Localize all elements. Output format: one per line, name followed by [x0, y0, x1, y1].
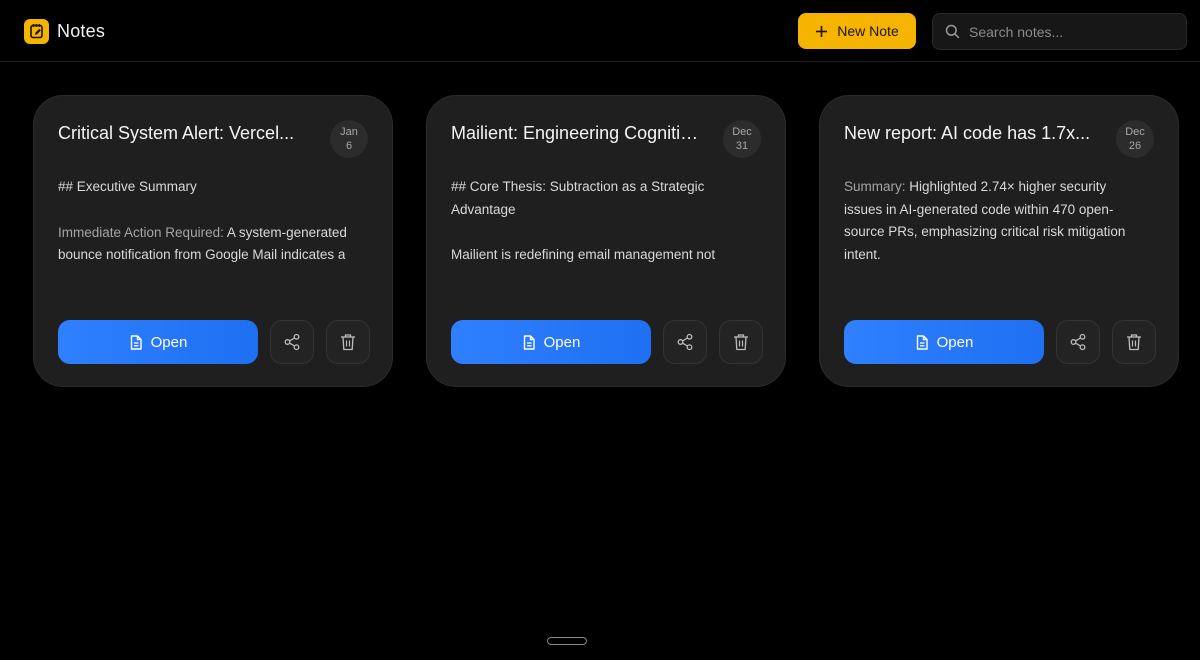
document-icon	[523, 334, 535, 350]
trash-icon	[1127, 334, 1141, 351]
date-month: Dec	[732, 126, 752, 138]
preview-label: Immediate Action Required:	[58, 224, 224, 240]
date-month: Jan	[340, 126, 358, 138]
note-preview: ## Core Thesis: Subtraction as a Strateg…	[451, 176, 741, 290]
preview-heading: ## Executive Summary	[58, 179, 197, 194]
note-card[interactable]: New report: AI code has 1.7x... Dec 26 S…	[819, 95, 1179, 387]
open-button[interactable]: Open	[844, 320, 1044, 364]
date-badge: Dec 31	[723, 120, 761, 158]
preview-heading: ## Core Thesis: Subtraction as a Strateg…	[451, 179, 705, 217]
share-icon	[677, 333, 693, 351]
note-title[interactable]: New report: AI code has 1.7x...	[844, 123, 1094, 144]
app-title: Notes	[57, 21, 106, 41]
preview-paragraph: Mailient is redefining email management …	[451, 247, 716, 262]
note-title[interactable]: Critical System Alert: Vercel...	[58, 123, 308, 144]
open-label: Open	[543, 333, 581, 351]
delete-button[interactable]	[1112, 320, 1156, 364]
date-badge: Dec 26	[1116, 120, 1154, 158]
date-badge: Jan 6	[330, 120, 368, 158]
home-indicator[interactable]	[547, 637, 587, 645]
note-preview: Summary: Highlighted 2.74× higher securi…	[844, 176, 1134, 289]
document-icon	[130, 334, 142, 350]
search-input[interactable]	[969, 23, 1169, 40]
share-button[interactable]	[1056, 320, 1100, 364]
open-button[interactable]: Open	[451, 320, 651, 364]
document-icon	[916, 334, 928, 350]
open-button[interactable]: Open	[58, 320, 258, 364]
date-day: 26	[1128, 140, 1142, 152]
open-label: Open	[150, 333, 188, 351]
note-edit-icon	[24, 19, 49, 44]
share-button[interactable]	[270, 320, 314, 364]
trash-icon	[341, 334, 355, 351]
delete-button[interactable]	[326, 320, 370, 364]
plus-icon	[816, 25, 828, 37]
note-card[interactable]: Critical System Alert: Vercel... Jan 6 #…	[33, 95, 393, 387]
share-button[interactable]	[663, 320, 707, 364]
preview-label: Summary:	[844, 179, 906, 194]
delete-button[interactable]	[719, 320, 763, 364]
date-month: Dec	[1125, 126, 1145, 138]
trash-icon	[734, 334, 748, 351]
preview-paragraph: Summary: Highlighted 2.74× higher securi…	[844, 176, 1134, 266]
note-title[interactable]: Mailient: Engineering Cognitive...	[451, 123, 701, 144]
share-icon	[1070, 333, 1086, 351]
new-note-label: New Note	[837, 23, 899, 39]
date-day: 31	[735, 140, 749, 152]
top-bar: Notes New Note	[0, 0, 1200, 62]
preview-paragraph: Immediate Action Required: A system-gene…	[58, 222, 368, 267]
note-preview: ## Executive Summary Immediate Action Re…	[58, 176, 368, 290]
share-icon	[284, 333, 300, 351]
date-day: 6	[345, 140, 353, 152]
open-label: Open	[936, 333, 974, 351]
app-brand: Notes	[24, 19, 105, 44]
search-icon	[945, 24, 960, 39]
search-box[interactable]	[932, 13, 1187, 50]
note-card[interactable]: Mailient: Engineering Cognitive... Dec 3…	[426, 95, 786, 387]
new-note-button[interactable]: New Note	[798, 13, 916, 49]
